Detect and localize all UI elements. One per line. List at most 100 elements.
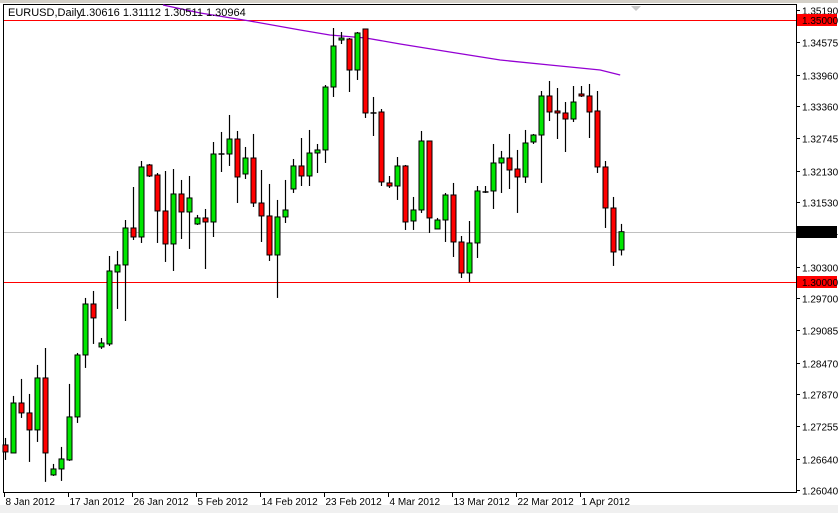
y-tick-label: 1.33360: [802, 103, 838, 114]
candle-body-bull: [442, 194, 449, 221]
y-tick-label: 1.29700: [802, 295, 838, 306]
x-tick-label: 8 Jan 2012: [6, 497, 56, 508]
candle-body-bear: [378, 111, 385, 183]
level-price-label: 1.35000: [802, 16, 838, 27]
candle-body-bear: [298, 165, 305, 177]
candle-body-bull: [306, 152, 313, 177]
candle-body-bull: [322, 86, 329, 151]
candle-body-bear: [130, 227, 137, 238]
y-tick-label: 1.34575: [802, 39, 838, 50]
candle-body-bear: [506, 157, 513, 171]
candle-body-bull: [410, 209, 417, 222]
x-tick-label: 23 Feb 2012: [326, 497, 383, 508]
candle-body-bear: [266, 215, 273, 256]
candle-body-bear: [90, 303, 97, 319]
candle-body-bear: [362, 28, 369, 114]
candle-body-bull: [82, 303, 89, 356]
current-price-label: 1.30964: [802, 228, 838, 239]
x-tick-label: 13 Mar 2012: [454, 497, 511, 508]
candle-body-bear: [346, 38, 353, 71]
candle-body-bull: [474, 190, 481, 244]
candle-body-bear: [450, 194, 457, 243]
candle-body-bull: [50, 468, 57, 476]
candle-body-bear: [578, 93, 585, 97]
candle-body-bull: [34, 377, 41, 431]
candle-body-bull: [354, 32, 361, 71]
candle: [434, 217, 441, 230]
candle-body-bear: [18, 402, 25, 414]
candle-body-bear: [26, 412, 33, 431]
y-tick-label: 1.33960: [802, 72, 838, 83]
candle-body-bull: [106, 270, 113, 345]
candle-body-bull: [74, 354, 81, 418]
candle: [402, 164, 409, 230]
candle-body-bear: [554, 110, 561, 114]
candle-body-bear: [42, 377, 49, 454]
y-tick-label: 1.32130: [802, 168, 838, 179]
candle-body-bull: [522, 142, 529, 178]
candle-body-bull: [210, 153, 217, 223]
x-tick-label: 1 Apr 2012: [582, 497, 631, 508]
candle-body-bull: [58, 458, 65, 470]
candle-body-bull: [618, 231, 625, 251]
candle-body-bull: [434, 219, 441, 230]
candle-body-bull: [418, 140, 425, 211]
price-chart[interactable]: 1.351901.345751.339601.333601.327451.321…: [0, 0, 838, 513]
candle-body-bear: [162, 210, 169, 245]
candle-body-bull: [530, 134, 537, 143]
candle-body-bear: [258, 202, 265, 217]
candle-body-bull: [490, 162, 497, 192]
candle: [418, 130, 425, 213]
y-tick-label: 1.27870: [802, 391, 838, 402]
candle-body-bull: [170, 193, 177, 245]
candle-body-bull: [538, 95, 545, 136]
candle-body-bull: [114, 264, 121, 273]
candle-body-bull: [98, 342, 105, 348]
candle-body-bull: [138, 166, 145, 238]
candle-body-bull: [66, 416, 73, 461]
x-tick-label: 26 Jan 2012: [134, 497, 189, 508]
candle-body-bear: [146, 164, 153, 177]
candle-body-bear: [426, 140, 433, 219]
y-tick-label: 1.26640: [802, 456, 838, 467]
candle: [458, 235, 465, 278]
candle-body-bull: [330, 45, 337, 88]
y-tick-label: 1.28470: [802, 360, 838, 371]
candle-body-bear: [402, 165, 409, 223]
candle: [146, 163, 153, 177]
x-tick-label: 17 Jan 2012: [70, 497, 125, 508]
y-tick-label: 1.32745: [802, 135, 838, 146]
candle-body-bull: [394, 165, 401, 187]
candle: [138, 160, 145, 243]
top-border: [0, 0, 838, 3]
candle-body-bear: [562, 112, 569, 120]
x-tick-label: 5 Feb 2012: [198, 497, 249, 508]
candle-body-bull: [570, 101, 577, 120]
candle-body-bear: [202, 217, 209, 223]
x-tick-label: 4 Mar 2012: [390, 497, 441, 508]
candle-body-bear: [546, 95, 553, 113]
y-tick-label: 1.29085: [802, 327, 838, 338]
candle-body-bear: [514, 168, 521, 178]
candle: [378, 108, 385, 186]
level-price-label: 1.30000: [802, 278, 838, 289]
candle-body-bull: [122, 227, 129, 266]
candle-body-bull: [314, 149, 321, 154]
candle-body-bear: [154, 174, 161, 212]
candle-body-bear: [250, 157, 257, 204]
symbol-timeframe: EURUSD,Daily: [8, 7, 82, 19]
candle-body-bull: [498, 157, 505, 164]
candle-body-bear: [2, 444, 9, 453]
candle-body-bear: [458, 241, 465, 274]
candle-body-bear: [386, 182, 393, 187]
x-tick-label: 22 Mar 2012: [518, 497, 575, 508]
candle-body-bear: [594, 110, 601, 168]
candle-body-bull: [194, 217, 201, 225]
candle-body-bull: [290, 165, 297, 190]
candle-body-bull: [274, 216, 281, 256]
candle-body-bull: [186, 197, 193, 213]
candle-body-bull: [10, 402, 17, 454]
y-tick-label: 1.31530: [802, 199, 838, 210]
candle-body-bear: [610, 207, 617, 253]
y-tick-label: 1.30300: [802, 264, 838, 275]
